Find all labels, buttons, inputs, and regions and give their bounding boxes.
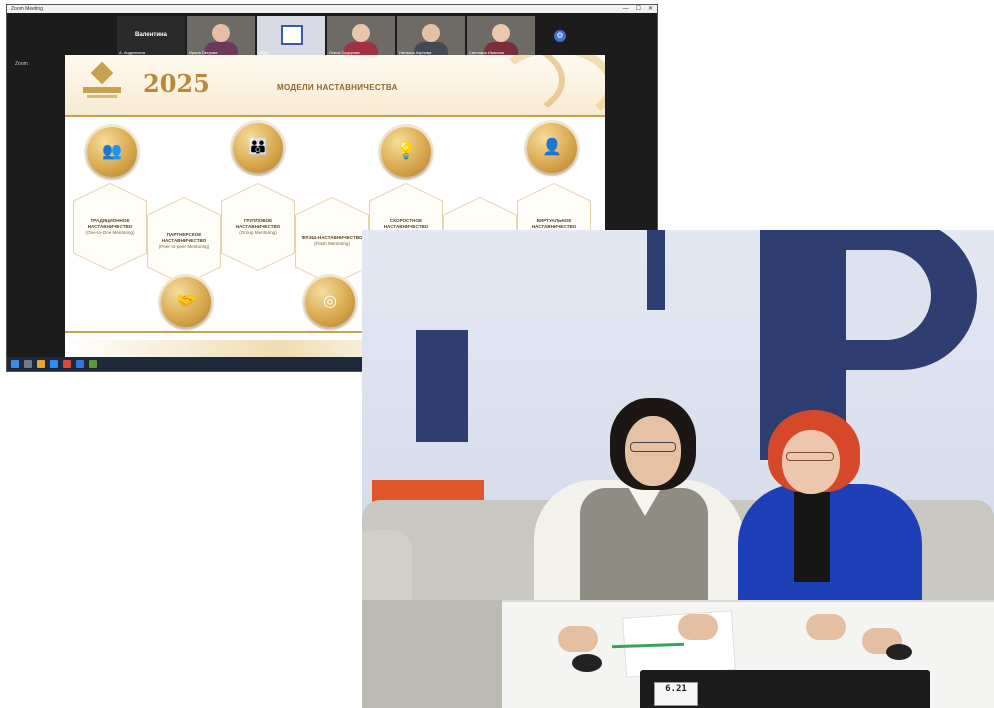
participant-tile[interactable]: ФМЦ <box>257 16 325 56</box>
maximize-button[interactable]: ☐ <box>636 5 641 13</box>
participant-face <box>212 24 230 42</box>
start-icon[interactable] <box>11 360 19 368</box>
person-left-glasses <box>630 442 676 452</box>
person-right-glasses <box>786 452 834 461</box>
zoom-icon[interactable] <box>50 360 58 368</box>
participant-tile[interactable]: Светлана Иванова <box>467 16 535 56</box>
target-icon: ◎ <box>305 277 355 327</box>
participant-display-name: Валентина <box>135 32 167 38</box>
hand <box>558 626 598 652</box>
slide-title: МОДЕЛИ НАСТАВНИЧЕСТВА <box>277 83 398 92</box>
hand <box>806 614 846 640</box>
model-title: СКОРОСТНОЕ НАСТАВНИЧЕСТВО <box>383 217 429 229</box>
folder-icon[interactable] <box>37 360 45 368</box>
person-right-face <box>782 430 840 494</box>
minimize-button[interactable]: — <box>623 5 629 13</box>
participant-tile[interactable]: Ирина Петрова <box>187 16 255 56</box>
participant-tile[interactable]: Наталья Карпова <box>397 16 465 56</box>
model-subtitle: (Group Mentoring) <box>239 230 277 236</box>
participant-tile[interactable]: Валентина А. Андрюхина <box>117 16 185 56</box>
mentoring-model-hexagon: ФЛЭШ-НАСТАВНИЧЕСТВО (Flash Mentoring) <box>295 197 369 285</box>
participant-gallery: Валентина А. Андрюхина Ирина Петрова ФМЦ Оль… <box>117 16 535 56</box>
close-button[interactable]: ✕ <box>648 5 653 13</box>
participant-face <box>352 24 370 42</box>
computer-mouse <box>886 644 912 660</box>
model-title: ПАРТНЕРСКОЕ НАСТАВНИЧЕСТВО <box>161 231 207 243</box>
browser-icon[interactable] <box>63 360 71 368</box>
year-emblem: 2025 <box>143 69 210 98</box>
window-titlebar: Zoom Meeting — ☐ ✕ <box>7 5 657 13</box>
group-icon: 👪 <box>233 123 283 173</box>
hand <box>678 614 718 640</box>
model-title: ТРАДИЦИОННОЕ НАСТАВНИЧЕСТВО <box>87 217 133 229</box>
participant-face <box>422 24 440 42</box>
person-right-top <box>794 492 830 582</box>
model-title: ГРУППОВОЕ НАСТАВНИЧЕСТВО <box>235 217 281 229</box>
window-title: Zoom Meeting <box>11 6 43 12</box>
model-subtitle: (One-to-One Mentoring) <box>85 230 135 236</box>
model-title: ВИРТУАЛЬНОЕ НАСТАВНИЧЕСТВО <box>531 217 577 229</box>
computer-mouse <box>572 654 602 672</box>
organization-logo <box>83 61 121 99</box>
mentoring-model-hexagon: ПАРТНЕРСКОЕ НАСТАВНИЧЕСТВО (Peer-to-peer … <box>147 197 221 285</box>
name-card: 6.21 <box>654 682 698 706</box>
lightbulb-person-icon: 💡 <box>381 127 431 177</box>
room-photo: 6.21 <box>362 230 994 708</box>
model-subtitle: (Peer-to-peer Mentoring) <box>158 244 210 250</box>
person-icon: 👤 <box>527 123 577 173</box>
wall-logo-part <box>416 330 468 442</box>
divider <box>65 115 605 117</box>
sidebar-label: Zoom <box>15 61 28 67</box>
people-icon: 👥 <box>87 127 137 177</box>
participant-face <box>492 24 510 42</box>
mentoring-model-hexagon: ГРУППОВОЕ НАСТАВНИЧЕСТВО (Group Mentoring… <box>221 183 295 271</box>
gear-icon[interactable]: ⚙ <box>554 30 566 42</box>
word-icon[interactable] <box>76 360 84 368</box>
model-subtitle: (Flash Mentoring) <box>314 241 350 246</box>
organization-logo <box>281 25 303 45</box>
handshake-icon: 🤝 <box>161 277 211 327</box>
slide-header: 2025 МОДЕЛИ НАСТАВНИЧЕСТВА <box>65 55 605 125</box>
app-icon[interactable] <box>89 360 97 368</box>
mentoring-model-hexagon: ТРАДИЦИОННОЕ НАСТАВНИЧЕСТВО (One-to-One M… <box>73 183 147 271</box>
participant-tile[interactable]: Ольга Сидорова <box>327 16 395 56</box>
search-icon[interactable] <box>24 360 32 368</box>
wall-logo-part <box>647 230 665 310</box>
